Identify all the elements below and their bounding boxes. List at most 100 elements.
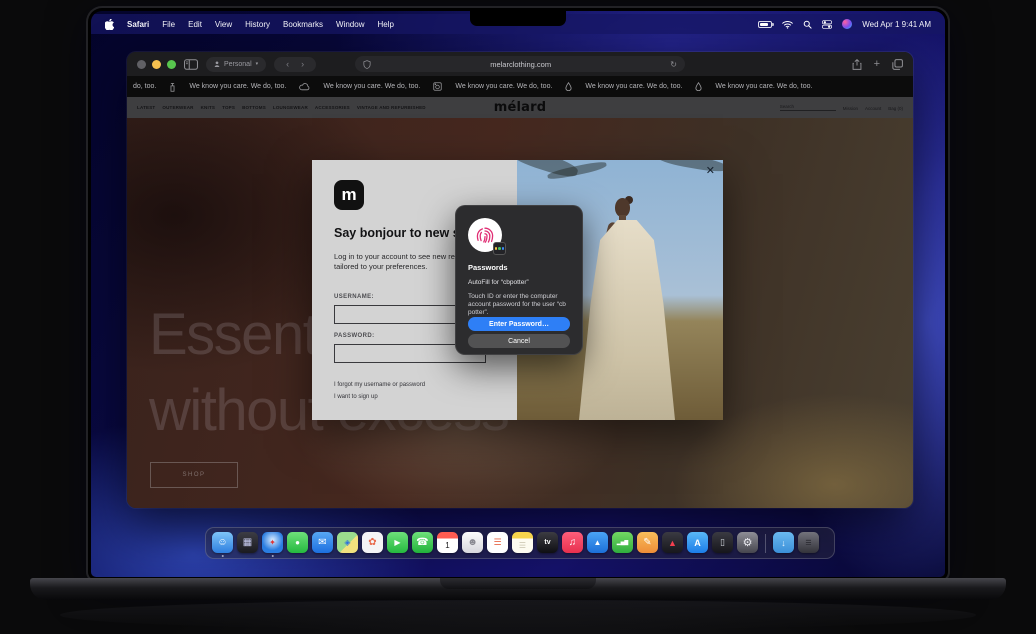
spray-bottle-icon: [169, 82, 176, 92]
dialog-body-text: Touch ID or enter the computer account p…: [468, 293, 570, 317]
dialog-title: Passwords: [468, 263, 570, 272]
nav-vintage[interactable]: VINTAGE AND REFURBISHED: [357, 105, 426, 110]
dock-music-icon[interactable]: ♫: [562, 529, 583, 557]
passwords-dialog: Passwords AutoFill for “cbpotter” Touch …: [455, 205, 583, 355]
dock-divider: [765, 534, 766, 553]
enter-password-button[interactable]: Enter Password…: [468, 317, 570, 331]
dock-safari-icon[interactable]: ✦: [262, 529, 283, 557]
nav-outerwear[interactable]: OUTERWEAR: [162, 105, 193, 110]
chevron-down-icon: ▾: [256, 61, 259, 67]
droplet-icon: [695, 82, 702, 91]
dock-downloads-icon[interactable]: ↓: [773, 529, 794, 557]
menu-item-app[interactable]: Safari: [127, 20, 149, 29]
cancel-button[interactable]: Cancel: [468, 334, 570, 348]
dock-rocket-icon[interactable]: ▲: [662, 529, 683, 557]
dock-launchpad-icon[interactable]: ▦: [237, 529, 258, 557]
dock-iphone-mirroring-icon[interactable]: ▯: [712, 529, 733, 557]
zoom-window-button[interactable]: [167, 60, 176, 69]
promo-ticker: do, too.We know you care. We do, too.We …: [127, 76, 913, 97]
safari-toolbar: Personal ▾ ‹ › melarclothing.com ↻: [127, 52, 913, 76]
new-tab-button[interactable]: +: [874, 58, 880, 70]
washing-machine-icon: [433, 82, 442, 91]
stage: Safari File Edit View History Bookmarks …: [0, 0, 1036, 634]
wifi-icon[interactable]: [782, 20, 793, 29]
menu-item-file[interactable]: File: [162, 20, 175, 29]
signup-link[interactable]: I want to sign up: [334, 394, 378, 400]
passwords-app-badge-icon: [493, 242, 506, 255]
brand-logo-mark: m: [334, 180, 364, 210]
shop-button[interactable]: SHOP: [150, 462, 238, 488]
person-icon: [214, 61, 220, 67]
dock-photos-icon[interactable]: ✿: [362, 529, 383, 557]
dock-calendar-icon[interactable]: 1: [437, 529, 458, 557]
dock-app-store-icon[interactable]: A: [687, 529, 708, 557]
dock-mail-icon[interactable]: ✉: [312, 529, 333, 557]
share-icon[interactable]: [852, 59, 862, 70]
password-label: PASSWORD:: [334, 333, 375, 339]
site-header: LATEST OUTERWEAR KNITS TOPS BOTTOMS LOUN…: [127, 97, 913, 118]
link-bag[interactable]: Bag (0): [888, 106, 903, 111]
close-icon[interactable]: ✕: [706, 164, 715, 177]
site-search-input[interactable]: Search: [780, 104, 836, 111]
dock-notes-icon[interactable]: ☰: [512, 529, 533, 557]
minimize-window-button[interactable]: [152, 60, 161, 69]
dock-tv-icon[interactable]: tv: [537, 529, 558, 557]
nav-latest[interactable]: LATEST: [137, 105, 155, 110]
running-indicator-dot: [221, 555, 224, 558]
menu-item-help[interactable]: Help: [377, 20, 393, 29]
close-window-button[interactable]: [137, 60, 146, 69]
link-account[interactable]: Account: [865, 106, 881, 111]
menu-item-edit[interactable]: Edit: [188, 20, 202, 29]
safari-window: Personal ▾ ‹ › melarclothing.com ↻: [127, 52, 913, 508]
menu-item-view[interactable]: View: [215, 20, 232, 29]
dock-facetime-icon[interactable]: ▶: [387, 529, 408, 557]
cloud-icon: [299, 83, 310, 91]
dock-messages-icon[interactable]: ●: [287, 529, 308, 557]
nav-knits[interactable]: KNITS: [201, 105, 216, 110]
dock-reminders-icon[interactable]: ☰: [487, 529, 508, 557]
forgot-password-link[interactable]: I forgot my username or password: [334, 382, 425, 388]
back-button[interactable]: ‹: [282, 59, 293, 69]
url-text: melarclothing.com: [371, 60, 670, 69]
dock-maps-icon[interactable]: ◈: [337, 529, 358, 557]
menu-item-bookmarks[interactable]: Bookmarks: [283, 20, 323, 29]
ticker-phrase: We know you care. We do, too.: [323, 83, 420, 90]
site-logo[interactable]: mélard: [494, 100, 547, 115]
nav-bottoms[interactable]: BOTTOMS: [242, 105, 266, 110]
dock-system-settings-icon[interactable]: ⚙: [737, 529, 758, 557]
control-center-icon[interactable]: [822, 20, 832, 29]
macbook-screen: Safari File Edit View History Bookmarks …: [88, 8, 948, 580]
siri-icon[interactable]: [842, 19, 852, 29]
profile-switcher[interactable]: Personal ▾: [206, 57, 266, 72]
menu-item-window[interactable]: Window: [336, 20, 364, 29]
dock-trash-icon[interactable]: ☰: [798, 529, 819, 557]
ticker-phrase: We know you care. We do, too.: [455, 83, 552, 90]
dock-contacts-icon[interactable]: ☻: [462, 529, 483, 557]
nav-tops[interactable]: TOPS: [222, 105, 235, 110]
dock-numbers-icon[interactable]: ▂▅▇: [612, 529, 633, 557]
battery-icon[interactable]: [758, 21, 772, 28]
nav-buttons: ‹ ›: [274, 57, 316, 72]
droplet-icon: [565, 82, 572, 91]
dock-keynote-icon[interactable]: ▲: [587, 529, 608, 557]
address-bar[interactable]: melarclothing.com ↻: [355, 56, 685, 72]
dock-pages-icon[interactable]: ✎: [637, 529, 658, 557]
laptop-shadow: [60, 600, 976, 630]
dock: ☺▦✦●✉◈✿▶☎1☻☰☰tv♫▲▂▅▇✎▲A▯⚙↓☰: [205, 527, 835, 559]
search-icon[interactable]: [803, 20, 812, 29]
reload-icon[interactable]: ↻: [670, 60, 677, 69]
username-label: USERNAME:: [334, 294, 374, 300]
menu-bar-clock[interactable]: Wed Apr 1 9:41 AM: [862, 20, 931, 29]
link-mission[interactable]: Mission: [843, 106, 858, 111]
tab-overview-icon[interactable]: [892, 59, 903, 70]
model-figure: [579, 220, 675, 420]
menu-item-history[interactable]: History: [245, 20, 270, 29]
nav-loungewear[interactable]: LOUNGEWEAR: [273, 105, 308, 110]
forward-button[interactable]: ›: [297, 59, 308, 69]
apple-menu-icon[interactable]: [105, 19, 114, 30]
dock-finder-icon[interactable]: ☺: [212, 529, 233, 557]
profile-label: Personal: [224, 61, 252, 68]
nav-accessories[interactable]: ACCESSORIES: [315, 105, 350, 110]
sidebar-toggle-icon[interactable]: [184, 59, 198, 70]
dock-phone-icon[interactable]: ☎: [412, 529, 433, 557]
